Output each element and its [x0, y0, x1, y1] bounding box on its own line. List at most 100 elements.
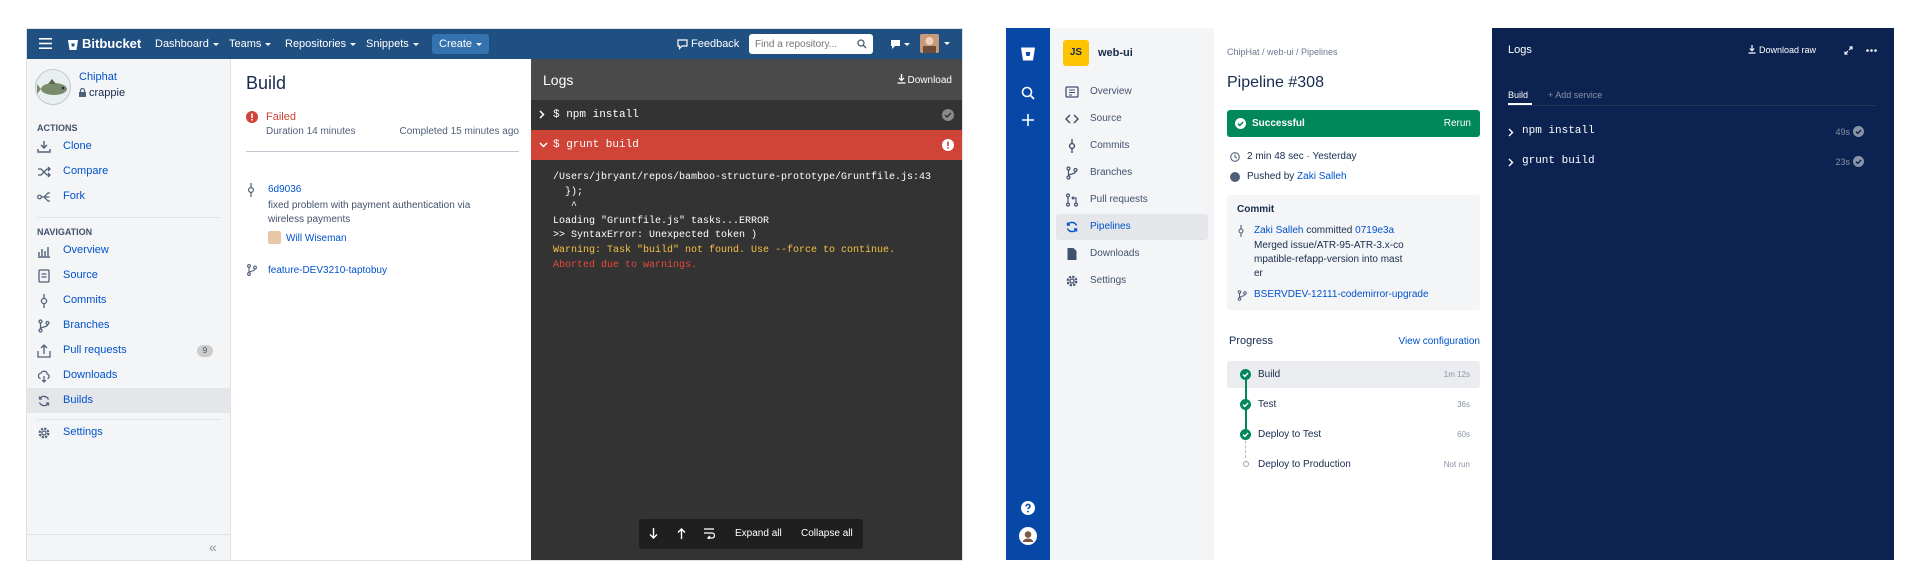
logs-title: Logs — [1508, 44, 1532, 56]
sidebar-item-downloads[interactable]: Downloads — [1056, 241, 1208, 267]
progress-step-build[interactable]: Build 1m 12s — [1227, 361, 1480, 388]
repository-avatar[interactable] — [35, 69, 71, 105]
sidebar-item-downloads[interactable]: Downloads — [27, 363, 230, 388]
menu-repositories[interactable]: Repositories — [285, 29, 357, 59]
global-navigation — [1006, 28, 1050, 560]
help-icon[interactable] — [1021, 501, 1035, 515]
chevron-right-icon — [1508, 158, 1514, 167]
search-icon[interactable] — [857, 39, 867, 49]
download-raw-button[interactable]: Download raw — [1748, 45, 1816, 55]
actions-heading: ACTIONS — [37, 123, 78, 133]
search-input[interactable] — [749, 34, 853, 54]
progress-step-deploy-production[interactable]: Deploy to Production Not run — [1227, 451, 1480, 478]
commit-hash-link[interactable]: 6d9036 — [268, 184, 301, 195]
action-compare[interactable]: Compare — [27, 159, 230, 184]
commit-icon — [246, 183, 256, 197]
tab-build[interactable]: Build — [1508, 90, 1528, 100]
create-plus-icon[interactable] — [1021, 113, 1035, 127]
log-step-npm-install[interactable]: $ npm install — [531, 100, 962, 130]
sidebar-item-label: Commits — [63, 294, 107, 306]
tab-add-service[interactable]: + Add service — [1548, 90, 1602, 100]
view-configuration-link[interactable]: View configuration — [1398, 336, 1480, 347]
sidebar-item-label: Downloads — [1090, 248, 1140, 259]
pushed-by: Pushed by Zaki Salleh — [1247, 171, 1347, 182]
hamburger-menu-icon[interactable] — [39, 38, 52, 50]
scroll-up-icon[interactable] — [677, 528, 686, 539]
progress-step-deploy-test[interactable]: Deploy to Test 60s — [1227, 421, 1480, 448]
progress-step-test[interactable]: Test 36s — [1227, 391, 1480, 418]
commit-author-link[interactable]: Zaki Salleh — [1254, 225, 1303, 236]
commit-hash-link[interactable]: 0719e3a — [1355, 225, 1394, 236]
sidebar-item-settings[interactable]: Settings — [27, 420, 230, 445]
pull-request-icon — [37, 344, 51, 358]
error-icon — [942, 139, 954, 151]
sidebar-item-branches[interactable]: Branches — [1056, 160, 1208, 186]
create-button[interactable]: Create — [432, 34, 490, 54]
log-step-grunt-build[interactable]: $ grunt build — [531, 130, 962, 160]
sidebar-item-label: Commits — [1090, 140, 1130, 151]
breadcrumb[interactable]: ChipHat / web-ui / Pipelines — [1227, 47, 1338, 57]
branch-icon — [1065, 166, 1079, 180]
branch-link[interactable]: feature-DEV3210-taptobuy — [268, 265, 387, 276]
pull-request-icon — [1065, 193, 1079, 207]
user-avatar[interactable] — [1019, 527, 1037, 545]
repository-owner-link[interactable]: Chiphat — [79, 71, 117, 83]
branch-icon — [1237, 290, 1247, 301]
download-logs-button[interactable]: Download — [897, 74, 952, 86]
repository-name[interactable]: web-ui — [1098, 47, 1133, 59]
bitbucket-logo-icon[interactable] — [1020, 46, 1036, 62]
help-menu-icon[interactable] — [889, 37, 911, 51]
bitbucket-builds-window: Bitbucket Dashboard Teams Repositories S… — [26, 28, 963, 561]
collapse-sidebar-button[interactable]: « — [209, 539, 217, 555]
collapse-all-button[interactable]: Collapse all — [801, 528, 853, 539]
search-icon[interactable] — [1021, 86, 1035, 100]
sidebar-item-overview[interactable]: Overview — [27, 238, 230, 263]
commit-author-link[interactable]: Will Wiseman — [286, 233, 347, 244]
sidebar-item-source[interactable]: Source — [1056, 106, 1208, 132]
branch-link[interactable]: BSERVDEV-12111-codemirror-upgrade — [1254, 289, 1429, 300]
scroll-down-icon[interactable] — [649, 528, 658, 539]
sidebar-item-branches[interactable]: Branches — [27, 313, 230, 338]
menu-snippets[interactable]: Snippets — [366, 29, 419, 59]
divider — [246, 151, 519, 152]
menu-teams[interactable]: Teams — [229, 29, 272, 59]
rerun-button[interactable]: Rerun — [1444, 118, 1471, 129]
check-circle-icon — [1235, 118, 1246, 129]
sidebar-item-pull-requests[interactable]: Pull requests 9 — [27, 338, 230, 363]
download-icon — [1748, 45, 1756, 54]
repository-avatar[interactable]: JS — [1063, 40, 1089, 66]
action-clone[interactable]: Clone — [27, 134, 230, 159]
shuffle-icon — [37, 165, 51, 179]
pusher-link[interactable]: Zaki Salleh — [1297, 171, 1346, 182]
expand-icon[interactable] — [1844, 46, 1853, 55]
progress-steps: Build 1m 12s Test 36s Deploy to Test 60s… — [1227, 361, 1480, 481]
log-output: /Users/jbryant/repos/bamboo-structure-pr… — [553, 171, 953, 273]
feedback-link[interactable]: Feedback — [677, 29, 739, 59]
log-step-grunt-build[interactable]: grunt build 23s — [1508, 152, 1876, 174]
sidebar-item-label: Overview — [1090, 86, 1132, 97]
search-box[interactable] — [749, 34, 873, 54]
sidebar-item-overview[interactable]: Overview — [1056, 79, 1208, 105]
commit-icon — [37, 294, 51, 308]
sidebar-item-label: Downloads — [63, 369, 118, 381]
log-step-npm-install[interactable]: npm install 49s — [1508, 122, 1876, 144]
action-fork[interactable]: Fork — [27, 184, 230, 209]
bitbucket-logo[interactable]: Bitbucket — [67, 29, 141, 59]
project-navigation: JS web-ui Overview Source Commits Branch… — [1050, 28, 1214, 560]
sidebar-item-pull-requests[interactable]: Pull requests — [1056, 187, 1208, 213]
log-warning-line: Warning: Task "build" not found. Use --f… — [553, 244, 896, 256]
sidebar-item-settings[interactable]: Settings — [1056, 268, 1208, 294]
user-avatar[interactable] — [920, 34, 952, 54]
sidebar-item-label: Settings — [63, 426, 103, 438]
step-time: 1m 12s — [1443, 370, 1470, 379]
sidebar-item-commits[interactable]: Commits — [1056, 133, 1208, 159]
sidebar-item-builds[interactable]: Builds — [27, 388, 230, 413]
sidebar-item-commits[interactable]: Commits — [27, 288, 230, 313]
expand-all-button[interactable]: Expand all — [735, 528, 782, 539]
sidebar-item-source[interactable]: Source — [27, 263, 230, 288]
top-navigation-bar: Bitbucket Dashboard Teams Repositories S… — [27, 29, 962, 59]
more-options-icon[interactable] — [1866, 49, 1877, 52]
wrap-lines-icon[interactable] — [703, 528, 715, 539]
sidebar-item-pipelines[interactable]: Pipelines — [1056, 214, 1208, 240]
menu-dashboard[interactable]: Dashboard — [155, 29, 219, 59]
